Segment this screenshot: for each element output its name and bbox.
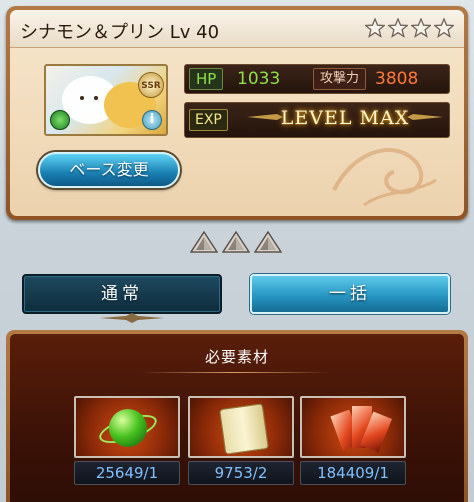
- character-card: シナモン＆プリン Lv 40 SSR i HP 1033 攻撃力 3808 EX…: [6, 6, 468, 220]
- star-icon: [411, 18, 431, 38]
- pyramid-icon: [254, 231, 282, 253]
- attack-label: 攻撃力: [313, 68, 367, 90]
- hp-value: 1033: [237, 69, 281, 89]
- materials-title: 必要素材: [204, 348, 269, 366]
- character-portrait[interactable]: SSR i: [44, 64, 168, 136]
- exp-panel: EXP LEVEL MAX: [184, 102, 450, 138]
- tab-bulk[interactable]: 一括: [250, 274, 450, 314]
- required-materials-panel: 必要素材 25649/1 9753/2 184409/1: [6, 330, 468, 502]
- material-count: 184409/1: [300, 461, 406, 485]
- stat-panel: HP 1033 攻撃力 3808: [184, 64, 450, 94]
- material-thumbnail: [188, 396, 294, 458]
- pyramid-icon: [190, 231, 218, 253]
- material-thumbnail: [300, 396, 406, 458]
- wind-element-icon: [50, 110, 70, 130]
- attack-value: 3808: [375, 69, 419, 89]
- right-wing-ornament: [407, 114, 443, 120]
- scroll-icon: [219, 403, 269, 455]
- star-icon: [365, 18, 385, 38]
- material-thumbnail: [74, 396, 180, 458]
- rarity-badge: SSR: [138, 72, 164, 98]
- material-item[interactable]: 9753/2: [188, 396, 294, 485]
- material-count: 25649/1: [74, 461, 180, 485]
- star-icon: [434, 18, 454, 38]
- portrait-art-eye: [94, 96, 98, 100]
- material-item[interactable]: 25649/1: [74, 396, 180, 485]
- tab-normal[interactable]: 通常: [22, 274, 222, 314]
- decorative-swirl: [332, 148, 437, 207]
- star-icon: [388, 18, 408, 38]
- exp-label: EXP: [189, 109, 228, 131]
- materials-title-divider: [140, 372, 330, 373]
- green-orb-icon: [109, 409, 147, 447]
- active-tab-ornament: [100, 313, 164, 323]
- portrait-art-eye: [80, 96, 84, 100]
- star-rating: [365, 18, 454, 38]
- required-materials-body: 必要素材 25649/1 9753/2 184409/1: [10, 334, 464, 502]
- character-name-level: シナモン＆プリン Lv 40: [20, 22, 220, 43]
- material-item[interactable]: 184409/1: [300, 396, 406, 485]
- limit-break-indicators: [190, 231, 282, 253]
- character-card-body: シナモン＆プリン Lv 40 SSR i HP 1033 攻撃力 3808 EX…: [10, 10, 464, 216]
- material-count: 9753/2: [188, 461, 294, 485]
- base-change-button[interactable]: ベース変更: [38, 152, 180, 188]
- hp-label: HP: [189, 68, 224, 90]
- info-icon[interactable]: i: [142, 110, 162, 130]
- pyramid-icon: [222, 231, 250, 253]
- character-title-bar: シナモン＆プリン Lv 40: [10, 10, 464, 48]
